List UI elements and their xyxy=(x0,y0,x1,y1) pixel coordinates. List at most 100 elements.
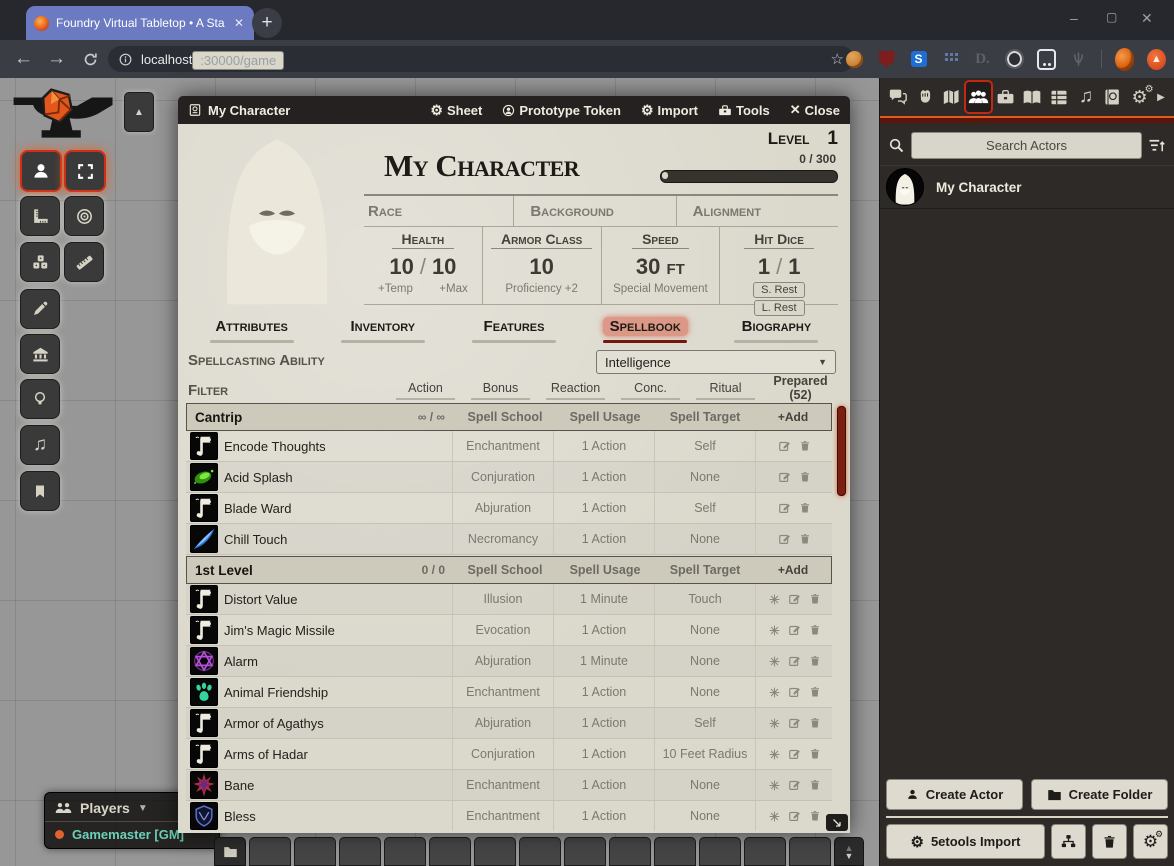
short-rest-button[interactable]: S. Rest xyxy=(753,282,805,298)
delete-spell-icon[interactable] xyxy=(809,747,821,761)
hp-max[interactable]: 10 xyxy=(432,254,456,279)
sidebar-collapse-icon[interactable]: ▶ xyxy=(1154,92,1168,103)
update-extension-icon[interactable]: ▲ xyxy=(1147,50,1166,69)
alignment-field[interactable]: Alignment xyxy=(676,196,838,226)
create-folder-button[interactable]: Create Folder xyxy=(1031,779,1168,810)
delete-spell-icon[interactable] xyxy=(809,685,821,699)
macro-slot[interactable] xyxy=(699,837,741,866)
health-stat[interactable]: Health 10/10 +Temp+Max xyxy=(364,227,482,304)
spell-name[interactable]: Acid Splash xyxy=(222,470,452,485)
section-slots[interactable]: ∞ / ∞ xyxy=(418,410,455,424)
ublock-extension-icon[interactable] xyxy=(877,50,896,69)
macro-slot[interactable] xyxy=(294,837,336,866)
tab-spellbook[interactable]: Spellbook xyxy=(580,315,711,345)
collapse-controls-button[interactable]: ▲ xyxy=(124,92,154,132)
search-actors-input[interactable] xyxy=(911,132,1142,159)
max-hp-label[interactable]: +Max xyxy=(439,283,467,295)
filter-reaction[interactable]: Reaction xyxy=(538,381,613,400)
delete-spell-icon[interactable] xyxy=(809,592,821,606)
spell-row[interactable]: Encode ThoughtsEnchantment1 ActionSelf xyxy=(186,431,832,462)
scroll-icon[interactable] xyxy=(190,709,218,737)
prepare-spell-icon[interactable] xyxy=(768,655,781,668)
scroll-icon[interactable] xyxy=(190,494,218,522)
character-portrait[interactable] xyxy=(192,130,362,310)
add-spell-button[interactable]: +Add xyxy=(755,563,831,577)
walls-tool-button[interactable] xyxy=(20,334,60,374)
macro-slot[interactable] xyxy=(474,837,516,866)
close-window-button[interactable]: ✕Close xyxy=(790,102,840,118)
hit-dice-current[interactable]: 1 xyxy=(758,254,770,279)
tab-playlists[interactable]: ♫ xyxy=(1074,82,1099,112)
edit-spell-icon[interactable] xyxy=(788,809,802,823)
d-extension-icon[interactable]: D. xyxy=(973,50,992,69)
import-button[interactable]: ⚙Import xyxy=(641,102,698,119)
macro-slot[interactable] xyxy=(384,837,426,866)
folder-tree-button[interactable] xyxy=(1051,824,1086,859)
edit-spell-icon[interactable] xyxy=(778,532,792,546)
spell-name[interactable]: Chill Touch xyxy=(222,532,452,547)
delete-all-button[interactable] xyxy=(1092,824,1127,859)
window-resize-handle[interactable] xyxy=(826,814,848,831)
spell-row[interactable]: Blade WardAbjuration1 ActionSelf xyxy=(186,493,832,524)
spell-name[interactable]: Distort Value xyxy=(222,592,452,607)
scroll-icon[interactable] xyxy=(190,432,218,460)
edit-spell-icon[interactable] xyxy=(788,716,802,730)
claw-extension-icon[interactable] xyxy=(1069,50,1088,69)
section-slots[interactable]: 0 / 0 xyxy=(422,563,455,577)
tab-close-icon[interactable]: ✕ xyxy=(232,16,246,30)
tab-journal[interactable] xyxy=(1020,82,1045,112)
scroll-icon[interactable] xyxy=(190,616,218,644)
bless-icon[interactable] xyxy=(190,802,218,830)
template-tool-button[interactable] xyxy=(64,196,104,236)
tab-combat[interactable] xyxy=(913,82,938,112)
actor-list-item[interactable]: My Character xyxy=(880,165,1174,209)
macro-slot[interactable] xyxy=(429,837,471,866)
xp-text[interactable]: 0 / 300 xyxy=(799,152,836,166)
filter-concentration[interactable]: Conc. xyxy=(613,381,688,400)
ac-value[interactable]: 10 xyxy=(483,254,601,280)
forward-icon[interactable]: → xyxy=(47,48,66,70)
tab-actors[interactable] xyxy=(966,82,991,112)
prototype-token-button[interactable]: Prototype Token xyxy=(502,103,621,118)
filter-bonus[interactable]: Bonus xyxy=(463,381,538,400)
bane-icon[interactable] xyxy=(190,771,218,799)
macro-folder-button[interactable] xyxy=(214,837,246,866)
macro-slot[interactable] xyxy=(654,837,696,866)
scroll-icon[interactable] xyxy=(190,585,218,613)
filter-action[interactable]: Action xyxy=(388,381,463,400)
macro-slot[interactable] xyxy=(519,837,561,866)
spell-list[interactable]: Cantrip∞ / ∞Spell SchoolSpell UsageSpell… xyxy=(186,402,832,831)
delete-spell-icon[interactable] xyxy=(809,654,821,668)
window-minimize-button[interactable]: – xyxy=(1070,10,1078,26)
spell-section-header[interactable]: Cantrip∞ / ∞Spell SchoolSpell UsageSpell… xyxy=(186,403,832,431)
macro-slot[interactable] xyxy=(564,837,606,866)
macro-slot[interactable] xyxy=(609,837,651,866)
edit-spell-icon[interactable] xyxy=(788,778,802,792)
delete-spell-icon[interactable] xyxy=(799,532,811,546)
reload-icon[interactable] xyxy=(82,51,99,68)
select-tool-button[interactable] xyxy=(64,150,106,192)
spell-name[interactable]: Encode Thoughts xyxy=(222,439,452,454)
tiles-tool-button[interactable] xyxy=(20,242,60,282)
tab-items[interactable] xyxy=(993,82,1018,112)
edit-spell-icon[interactable] xyxy=(778,439,792,453)
tab-features[interactable]: Features xyxy=(448,315,579,345)
chill-touch-icon[interactable] xyxy=(190,525,218,553)
macro-slot[interactable] xyxy=(249,837,291,866)
prepare-spell-icon[interactable] xyxy=(768,748,781,761)
speed-stat[interactable]: Speed 30 ft Special Movement xyxy=(601,227,720,304)
profile-avatar[interactable] xyxy=(1115,50,1134,69)
edit-spell-icon[interactable] xyxy=(788,654,802,668)
sheet-config-button[interactable]: ⚙Sheet xyxy=(430,102,482,119)
prepare-spell-icon[interactable] xyxy=(768,593,781,606)
tab-chat[interactable] xyxy=(886,82,911,112)
delete-spell-icon[interactable] xyxy=(799,501,811,515)
spell-name[interactable]: Jim's Magic Missile xyxy=(222,623,452,638)
special-movement-label[interactable]: Special Movement xyxy=(602,283,720,295)
edit-spell-icon[interactable] xyxy=(778,501,792,515)
edit-spell-icon[interactable] xyxy=(778,470,792,484)
edit-spell-icon[interactable] xyxy=(788,592,802,606)
acid-splash-icon[interactable] xyxy=(190,463,218,491)
hotbar-page-button[interactable]: ▲▼ xyxy=(834,837,864,866)
spell-section-header[interactable]: 1st Level0 / 0Spell SchoolSpell UsageSpe… xyxy=(186,556,832,584)
